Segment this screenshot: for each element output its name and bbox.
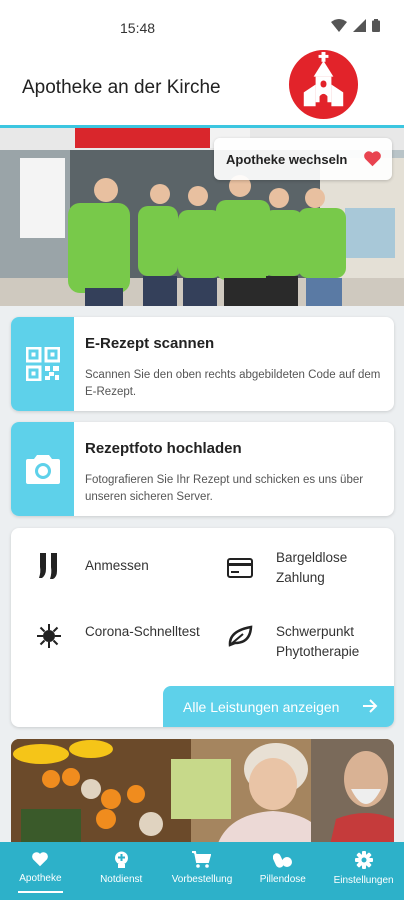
wifi-icon bbox=[331, 19, 347, 32]
service-item-bargeldlose-zahlung[interactable]: Bargeldlose Zahlung bbox=[226, 550, 376, 592]
service-item-anmessen[interactable]: Anmessen bbox=[35, 552, 185, 582]
bottom-navigation: Apotheke Notdienst Vorbestellung Pillend… bbox=[0, 842, 404, 900]
upload-card-icon-panel bbox=[11, 422, 74, 516]
pharmacy-title: Apotheke an der Kirche bbox=[22, 77, 221, 98]
status-time: 15:48 bbox=[120, 20, 156, 36]
switch-pharmacy-button[interactable]: Apotheke wechseln bbox=[214, 138, 392, 180]
qr-code-icon bbox=[25, 347, 60, 381]
nav-label: Einstellungen bbox=[333, 875, 394, 886]
credit-card-icon bbox=[226, 554, 254, 582]
show-all-services-label: Alle Leistungen anzeigen bbox=[183, 698, 340, 715]
pharmacy-promo-photo bbox=[11, 739, 394, 849]
scan-card-description: Scannen Sie den oben rechts abgebildeten… bbox=[85, 369, 381, 398]
stockings-icon bbox=[35, 552, 63, 580]
switch-pharmacy-label: Apotheke wechseln bbox=[226, 151, 348, 167]
show-all-services-button[interactable]: Alle Leistungen anzeigen bbox=[163, 686, 394, 727]
virus-icon bbox=[35, 622, 63, 650]
pills-icon bbox=[272, 853, 292, 868]
nav-label: Pillendose bbox=[259, 874, 306, 885]
nav-label: Vorbestellung bbox=[171, 874, 233, 885]
upload-card-title: Rezeptfoto hochladen bbox=[85, 440, 242, 457]
nav-item-apotheke[interactable]: Apotheke bbox=[0, 842, 81, 900]
gear-icon bbox=[354, 851, 373, 869]
emergency-icon bbox=[114, 851, 128, 868]
nav-item-pillendose[interactable]: Pillendose bbox=[242, 842, 323, 900]
battery-icon bbox=[372, 19, 380, 32]
heart-icon bbox=[364, 151, 381, 167]
service-label: Bargeldlose Zahlung bbox=[276, 550, 348, 585]
leaf-icon bbox=[226, 622, 254, 650]
heart-icon bbox=[32, 852, 49, 867]
nav-item-einstellungen[interactable]: Einstellungen bbox=[323, 842, 404, 900]
nav-item-vorbestellung[interactable]: Vorbestellung bbox=[162, 842, 243, 900]
services-card: Anmessen Bargeldlose Zahlung Corona-Schn… bbox=[11, 528, 394, 727]
nav-label: Notdienst bbox=[100, 874, 143, 885]
service-item-corona-schnelltest[interactable]: Corona-Schnelltest bbox=[35, 622, 205, 664]
service-label: Corona-Schnelltest bbox=[85, 624, 200, 639]
pharmacy-logo bbox=[288, 49, 359, 120]
service-label: Anmessen bbox=[85, 558, 149, 573]
cart-icon bbox=[192, 851, 212, 868]
upload-card-description: Fotografieren Sie Ihr Rezept und schicke… bbox=[85, 474, 364, 503]
scan-erezept-card[interactable]: E-Rezept scannen Scannen Sie den oben re… bbox=[11, 317, 394, 411]
status-bar: 15:48 bbox=[0, 0, 404, 56]
app-bar: Apotheke an der Kirche bbox=[0, 49, 404, 126]
nav-label: Apotheke bbox=[19, 873, 62, 884]
cellular-icon bbox=[353, 19, 366, 32]
nav-item-notdienst[interactable]: Notdienst bbox=[81, 842, 162, 900]
system-icons bbox=[331, 19, 380, 32]
camera-icon bbox=[25, 455, 60, 484]
service-label: Schwerpunkt Phytotherapie bbox=[276, 624, 360, 659]
service-item-phytotherapie[interactable]: Schwerpunkt Phytotherapie bbox=[226, 622, 386, 664]
upload-prescription-card[interactable]: Rezeptfoto hochladen Fotografieren Sie I… bbox=[11, 422, 394, 516]
arrow-right-icon bbox=[363, 699, 378, 713]
scan-card-icon-panel bbox=[11, 317, 74, 411]
scan-card-title: E-Rezept scannen bbox=[85, 335, 215, 352]
promo-photo-illustration bbox=[11, 739, 394, 849]
